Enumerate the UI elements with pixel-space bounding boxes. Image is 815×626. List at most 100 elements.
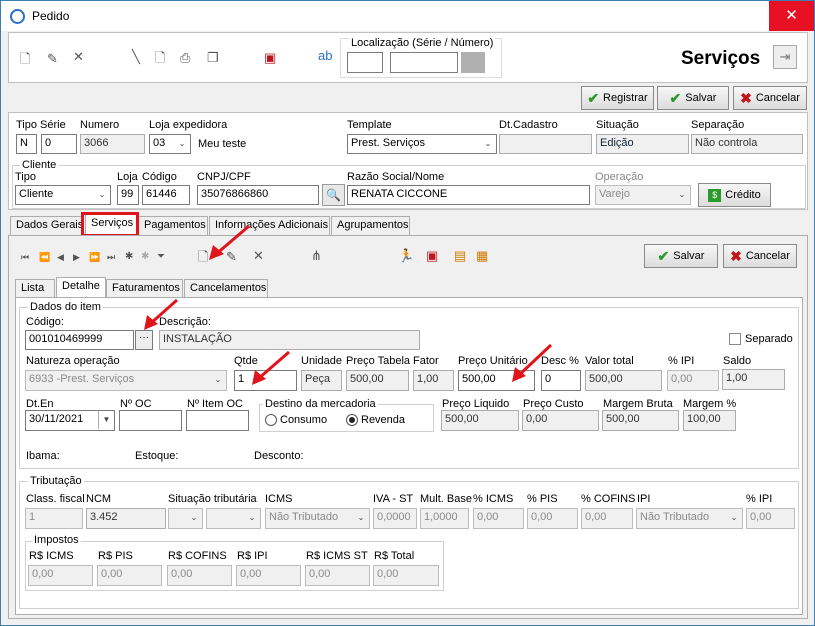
window-icon[interactable]: ▦ [476,248,488,264]
dtcadastro-label: Dt.Cadastro [499,119,558,131]
localizacao-numero-input[interactable] [390,52,458,73]
close-button[interactable]: ✕ [769,1,814,31]
next-page-icon[interactable]: ⏩ [89,249,100,265]
cliente-tipo-label: Tipo [15,171,36,183]
mult-label: Mult. Base [420,493,472,505]
fator-input: 1,00 [413,370,454,391]
pct-icms-input: 0,00 [473,508,524,529]
edit-icon[interactable]: ✎ [47,51,58,67]
header-panel: Tipo Série N 0 Numero 3066 Loja expedido… [8,112,808,210]
spellcheck-icon[interactable]: ab [318,48,332,64]
previous-record-icon[interactable]: ◀ [57,249,64,265]
localizacao-serie-input[interactable] [347,52,383,73]
ipi-trib-select: Não Tributado ⌄ [636,508,743,529]
subtab-lista[interactable]: Lista [15,279,55,298]
last-record-icon[interactable]: ⏭ [107,249,115,265]
item-salvar-button[interactable]: ✔ Salvar [644,244,718,268]
cliente-loja-label: Loja [117,171,138,183]
calculator-icon[interactable]: ▤ [454,248,466,264]
saldo-input: 1,00 [722,369,785,390]
check-icon: ✔ [587,89,600,106]
pedido-window: Pedido ✕ 🗋 ✎ ✕ ╲ 🗋 ⎙ ❐ ▣ ab Localização … [0,0,815,626]
numero-label: Numero [80,119,120,131]
dten-input[interactable]: 30/11/2021 ▼ [25,410,115,431]
salvar-button[interactable]: ✔ Salvar [657,86,729,110]
registrar-button[interactable]: ✔ Registrar [581,86,654,110]
cancel-icon: ✖ [740,89,752,106]
document-red-icon[interactable]: ▣ [264,50,276,66]
serie-input[interactable]: 0 [41,134,77,154]
window-title: Pedido [32,9,70,23]
cliente-group-label: Cliente [20,159,59,171]
class-fiscal-input: 1 [25,508,83,529]
item-cancelar-button[interactable]: ✖ Cancelar [723,244,797,268]
separacao-input: Não controla [691,134,803,154]
pct-pis-label: % PIS [527,493,558,505]
cnpj-search-button[interactable]: 🔍 [322,184,345,206]
document-red-icon[interactable]: ▣ [426,248,438,264]
exit-icon[interactable]: ⇥ [773,45,797,69]
fator-label: Fator [413,355,439,367]
pct-ipi-label: % IPI [746,493,773,505]
annotation-arrow-preco-unit [512,343,553,382]
next-record-icon[interactable]: ▶ [73,249,80,265]
copy-icon[interactable]: ❐ [207,50,219,66]
calendar-dropdown-icon[interactable]: ▼ [98,411,114,429]
pct-icms-label: % ICMS [473,493,514,505]
line-icon[interactable]: ╲ [132,49,140,65]
cliente-tipo-select[interactable]: Cliente ⌄ [15,185,111,205]
nitem-input[interactable] [186,410,249,431]
razao-label: Razão Social/Nome [347,171,445,183]
preview-icon[interactable]: 🗋 [155,50,165,66]
tipo-input[interactable]: N [16,134,37,154]
razao-input[interactable]: RENATA CICCONE [347,185,590,205]
tab-dados-gerais[interactable]: Dados Gerais [10,216,83,235]
loja-exp-select[interactable]: 03 ⌄ [149,134,191,154]
delete-item-icon[interactable]: ✕ [253,248,264,264]
rs-ipi-label: R$ IPI [237,550,268,562]
credito-button[interactable]: $ Crédito [698,183,771,207]
cliente-codigo-input[interactable]: 61446 [142,185,190,205]
tree-icon[interactable]: ⋔ [311,248,322,264]
separado-label: Separado [745,333,793,345]
top-toolbar: 🗋 ✎ ✕ ╲ 🗋 ⎙ ❐ ▣ ab Localização (Série / … [8,32,808,83]
filter-icon[interactable]: ⏷ [157,249,165,265]
separacao-label: Separação [691,119,745,131]
codigo-input[interactable]: 001010469999 [25,330,134,350]
ipi-label: % IPI [668,355,695,367]
sit-trib-select-1: ⌄ [168,508,203,529]
previous-page-icon[interactable]: ⏪ [39,249,50,265]
revenda-radio[interactable] [346,414,358,426]
ipi-input: 0,00 [667,370,719,391]
template-select[interactable]: Prest. Serviços ⌄ [347,134,497,154]
codigo-lookup-button[interactable]: ··· [135,330,153,350]
dtcadastro-input [499,134,592,154]
print-icon[interactable]: ⎙ [180,50,190,66]
operacao-label: Operação [595,171,644,183]
runner-icon[interactable]: 🏃 [398,248,414,264]
first-record-icon[interactable]: ⏮ [21,249,29,265]
new-icon[interactable]: 🗋 [20,51,30,67]
noc-input[interactable] [119,410,182,431]
separado-checkbox[interactable] [729,333,741,345]
subtab-faturamentos[interactable]: Faturamentos [106,279,183,298]
cnpj-input[interactable]: 35076866860 [197,185,319,205]
consumo-radio[interactable] [265,414,277,426]
asterisk-icon[interactable]: ✱ [125,249,133,265]
tab-pagamentos[interactable]: Pagamentos [138,216,208,235]
subtab-detalhe[interactable]: Detalhe [56,277,106,298]
chevron-down-icon: ⌄ [357,513,365,522]
clear-asterisk-icon[interactable]: ✱ [141,249,149,265]
valor-total-input: 500,00 [585,370,662,391]
preco-liq-input: 500,00 [441,410,519,431]
dados-item-label: Dados do item [28,301,103,313]
localizacao-search-button[interactable] [461,52,485,73]
cancelar-button[interactable]: ✖ Cancelar [733,86,807,110]
annotation-arrow-qtde [252,350,290,385]
cnpj-label: CNPJ/CPF [197,171,251,183]
impostos-label: Impostos [32,534,81,546]
cliente-loja-input[interactable]: 99 [117,185,139,205]
delete-icon[interactable]: ✕ [73,49,84,65]
tab-agrupamentos[interactable]: Agrupamentos [331,216,410,235]
subtab-cancelamentos[interactable]: Cancelamentos [184,279,268,298]
